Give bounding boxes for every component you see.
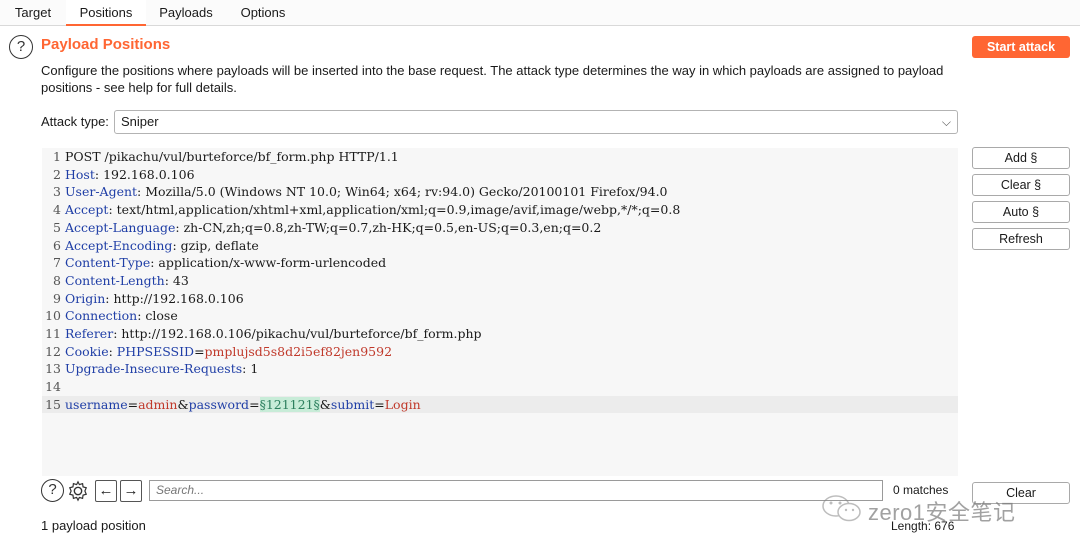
request-line: 3 User-Agent: Mozilla/5.0 (Windows NT 10.… [53,184,668,200]
search-input[interactable]: Search... [149,480,883,501]
request-line: 8 Content-Length: 43 [53,272,189,288]
wechat-logo-icon [822,495,861,522]
clear-markers-button[interactable]: Clear § [972,174,1070,196]
refresh-button[interactable]: Refresh [972,228,1070,250]
tab-bar: Target Positions Payloads Options [0,0,1080,26]
section-title: Payload Positions [41,36,171,53]
request-line: 11 Referer: http://192.168.0.106/pikachu/… [45,326,482,341]
attack-type-value: Sniper [121,114,159,129]
request-editor[interactable]: 1 POST /pikachu/vul/burteforce/bf_form.ph… [42,148,958,476]
watermark-text: zero1安全笔记 [868,500,1016,525]
request-line: 6 Accept-Encoding: gzip, deflate [53,237,259,253]
next-match-button[interactable]: → [120,480,142,502]
help-icon[interactable]: ? [9,35,33,59]
attack-type-select[interactable]: Sniper ⌵ [114,110,958,134]
tab-positions[interactable]: Positions [66,0,146,26]
gear-icon[interactable] [66,480,90,502]
request-line: 5 Accept-Language: zh-CN,zh;q=0.8,zh-TW;q… [53,219,602,235]
start-attack-button[interactable]: Start attack [972,36,1070,58]
request-line: 14 [45,379,61,395]
request-body-line: 15 username=admin&password=§121121§&submi… [42,395,958,414]
tab-payloads[interactable]: Payloads [146,0,226,26]
request-line: 2 Host: 192.168.0.106 [53,166,195,182]
add-marker-button[interactable]: Add § [972,147,1070,169]
tab-target[interactable]: Target [0,0,66,26]
search-help-icon[interactable]: ? [41,479,64,502]
request-line: 9 Origin: http://192.168.0.106 [53,290,244,306]
request-line: 12 Cookie: PHPSESSID=pmplujsd5s8d2i5ef82j… [45,343,393,359]
auto-marker-button[interactable]: Auto § [972,201,1070,223]
previous-match-button[interactable]: ← [95,480,117,502]
chevron-down-icon: ⌵ [941,115,951,129]
request-line: 1 POST /pikachu/vul/burteforce/bf_form.ph… [53,149,399,164]
request-line: 4 Accept: text/html,application/xhtml+xml… [53,202,681,218]
tab-options[interactable]: Options [226,0,300,26]
attack-type-label: Attack type: [41,114,109,129]
request-line: 10 Connection: close [45,308,178,324]
payload-marker: §121121§ [259,396,320,412]
description-text: Configure the positions where payloads w… [41,63,944,95]
request-line: 13 Upgrade-Insecure-Requests: 1 [45,361,259,377]
request-line: 7 Content-Type: application/x-www-form-ur… [53,255,387,271]
payload-position-count: 1 payload position [41,518,146,533]
